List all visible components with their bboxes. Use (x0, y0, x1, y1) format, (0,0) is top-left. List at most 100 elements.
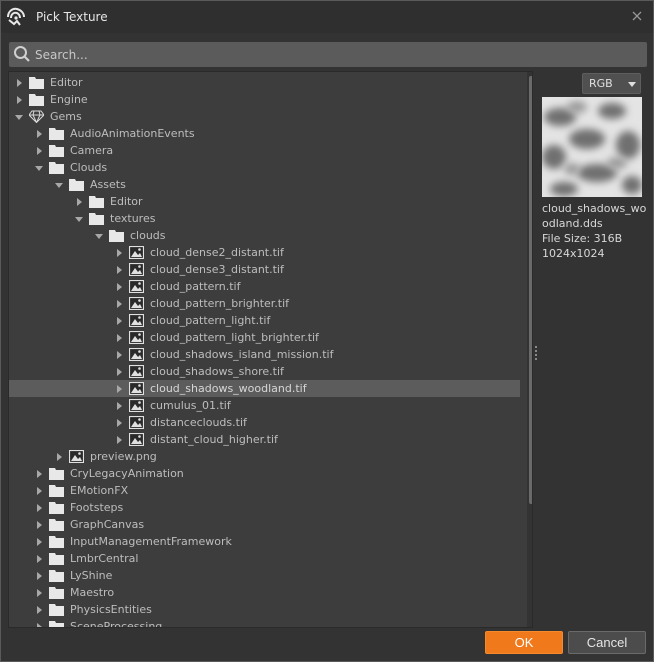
chevron-right-icon[interactable] (35, 588, 43, 597)
tree-item-label: LyShine (70, 569, 113, 582)
tree-item[interactable]: EMotionFX (9, 482, 520, 499)
chevron-right-icon[interactable] (115, 418, 123, 427)
tree-item[interactable]: Editor (9, 74, 520, 91)
asset-tree[interactable]: SceneProcessing PhysicsEntities Maestro LyS… (8, 71, 533, 628)
chevron-right-icon[interactable] (115, 367, 123, 376)
chevron-right-icon[interactable] (35, 520, 43, 529)
tree-item-label: Engine (50, 93, 88, 106)
chevron-right-icon[interactable] (35, 503, 43, 512)
tree-item[interactable]: cloud_pattern_light.tif (9, 312, 520, 329)
tree-item-label: EMotionFX (70, 484, 129, 497)
format-dropdown[interactable]: RGB (582, 73, 641, 94)
file-size: File Size: 316B (542, 232, 623, 245)
chevron-right-icon[interactable] (55, 452, 63, 461)
tree-item[interactable]: Editor (9, 193, 520, 210)
chevron-down-icon[interactable] (75, 215, 83, 223)
texture-thumbnail (542, 97, 642, 197)
image-icon (129, 382, 144, 395)
tree-item[interactable]: AudioAnimationEvents (9, 125, 520, 142)
tree-item[interactable]: Maestro (9, 584, 520, 601)
tree-item-label: cloud_pattern_light_brighter.tif (150, 331, 319, 344)
file-name: cloud_shadows_woodland.dds (542, 202, 647, 230)
tree-item-label: distanceclouds.tif (150, 416, 247, 429)
tree-item[interactable]: cloud_dense2_distant.tif (9, 244, 520, 261)
ok-button[interactable]: OK (485, 631, 563, 654)
folder-icon (89, 212, 104, 225)
search-input[interactable] (35, 44, 635, 65)
close-icon[interactable] (629, 8, 645, 24)
chevron-right-icon[interactable] (115, 333, 123, 342)
tree-item-label: Clouds (70, 161, 108, 174)
tree-item[interactable]: cloud_shadows_island_mission.tif (9, 346, 520, 363)
tree-item[interactable]: SceneProcessing (9, 618, 520, 627)
tree-item[interactable]: Assets (9, 176, 520, 193)
tree-item[interactable]: cloud_dense3_distant.tif (9, 261, 520, 278)
pick-texture-dialog: Pick Texture SceneProcessing PhysicsEntit… (0, 0, 654, 662)
chevron-right-icon[interactable] (115, 282, 123, 291)
chevron-right-icon[interactable] (35, 486, 43, 495)
chevron-right-icon[interactable] (115, 265, 123, 274)
chevron-right-icon[interactable] (115, 316, 123, 325)
tree-item[interactable]: Camera (9, 142, 520, 159)
title-bar[interactable]: Pick Texture (1, 1, 653, 33)
chevron-right-icon[interactable] (115, 401, 123, 410)
folder-icon (49, 484, 64, 497)
chevron-right-icon[interactable] (115, 248, 123, 257)
tree-item[interactable]: LmbrCentral (9, 550, 520, 567)
splitter-handle[interactable] (535, 346, 537, 360)
tree-item[interactable]: Clouds (9, 159, 520, 176)
chevron-down-icon[interactable] (15, 113, 23, 121)
chevron-right-icon[interactable] (35, 571, 43, 580)
tree-item[interactable]: clouds (9, 227, 520, 244)
tree-item[interactable]: Footsteps (9, 499, 520, 516)
chevron-right-icon[interactable] (15, 95, 23, 104)
tree-item[interactable]: cloud_shadows_shore.tif (9, 363, 520, 380)
tree-item[interactable]: Engine (9, 91, 520, 108)
search-bar[interactable] (9, 42, 647, 67)
folder-icon (49, 569, 64, 582)
chevron-right-icon[interactable] (115, 384, 123, 393)
folder-icon (49, 144, 64, 157)
tree-item-label: PhysicsEntities (70, 603, 152, 616)
chevron-right-icon[interactable] (115, 435, 123, 444)
tree-item[interactable]: LyShine (9, 567, 520, 584)
tree-item[interactable]: Gems (9, 108, 520, 125)
tree-item[interactable]: distant_cloud_higher.tif (9, 431, 520, 448)
tree-item[interactable]: cloud_pattern.tif (9, 278, 520, 295)
chevron-right-icon[interactable] (115, 299, 123, 308)
chevron-right-icon[interactable] (35, 146, 43, 155)
tree-item[interactable]: CryLegacyAnimation (9, 465, 520, 482)
window-title: Pick Texture (36, 10, 108, 24)
tree-item[interactable]: cloud_pattern_brighter.tif (9, 295, 520, 312)
tree-item[interactable]: cloud_pattern_light_brighter.tif (9, 329, 520, 346)
chevron-down-icon[interactable] (55, 181, 63, 189)
chevron-right-icon[interactable] (35, 554, 43, 563)
tree-item[interactable]: distanceclouds.tif (9, 414, 520, 431)
chevron-right-icon[interactable] (35, 469, 43, 478)
folder-icon (49, 161, 64, 174)
tree-item[interactable]: preview.png (9, 448, 520, 465)
folder-icon (49, 552, 64, 565)
chevron-right-icon[interactable] (35, 622, 43, 627)
scrollbar-thumb[interactable] (529, 76, 532, 504)
tree-item[interactable]: GraphCanvas (9, 516, 520, 533)
chevron-right-icon[interactable] (75, 197, 83, 206)
tree-item[interactable]: cumulus_01.tif (9, 397, 520, 414)
cancel-button[interactable]: Cancel (568, 631, 646, 654)
chevron-right-icon[interactable] (35, 537, 43, 546)
chevron-down-icon[interactable] (95, 232, 103, 240)
chevron-down-icon[interactable] (35, 164, 43, 172)
chevron-right-icon[interactable] (35, 605, 43, 614)
tree-item[interactable]: PhysicsEntities (9, 601, 520, 618)
tree-item[interactable]: textures (9, 210, 520, 227)
chevron-right-icon[interactable] (115, 350, 123, 359)
tree-item-label: preview.png (90, 450, 157, 463)
tree-item[interactable]: cloud_shadows_woodland.tif (9, 380, 520, 397)
chevron-right-icon[interactable] (35, 129, 43, 138)
chevron-right-icon[interactable] (15, 78, 23, 87)
folder-icon (109, 229, 124, 242)
tree-item[interactable]: InputManagementFramework (9, 533, 520, 550)
image-icon (129, 280, 144, 293)
folder-icon (29, 76, 44, 89)
folder-icon (29, 93, 44, 106)
